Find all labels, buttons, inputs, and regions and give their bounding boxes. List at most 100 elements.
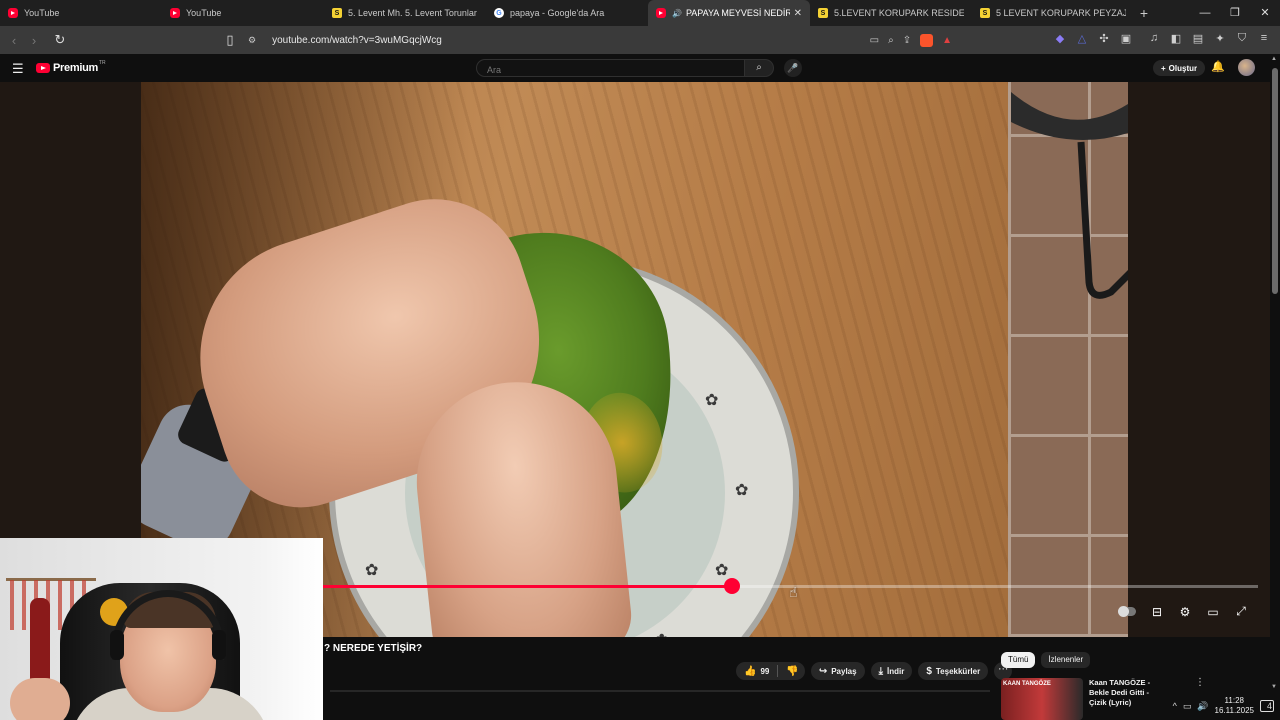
shield-icon[interactable]: ⛉ [1236, 32, 1248, 45]
notifications-bell-icon[interactable]: 🔔 [1211, 60, 1225, 73]
reload-icon[interactable]: ↻ [50, 32, 70, 48]
description-divider [330, 690, 990, 692]
tab-label: YouTube [186, 8, 222, 18]
menu-icon[interactable]: ≡ [1258, 32, 1270, 45]
tray-chevron-icon[interactable]: ^ [1173, 701, 1177, 711]
thanks-icon: $ [926, 665, 932, 677]
tab-label: 5. Levent Mh. 5. Levent Torunlar Site [348, 8, 478, 18]
youtube-icon [656, 8, 666, 18]
microphone-icon[interactable]: 🎤 [784, 59, 802, 77]
download-label: İndir [886, 666, 905, 676]
webcam-person-hand [10, 678, 70, 720]
close-window-icon[interactable]: ✕ [1250, 0, 1280, 26]
address-bar[interactable]: ⚙ youtube.com/watch?v=3wuMGqcjWcg ▭ ⌕ ⇪ … [222, 30, 962, 50]
url-text[interactable]: youtube.com/watch?v=3wuMGqcjWcg [272, 35, 442, 46]
create-button[interactable]: + Oluştur [1153, 60, 1206, 76]
recommendation-item[interactable]: KAAN TANGÖZE Kaan TANGÖZE - Bekle Dedi G… [1001, 678, 1159, 720]
chair-silhouette [1011, 92, 1128, 299]
scroll-up-icon[interactable]: ▲ [1271, 56, 1277, 62]
close-tab-icon[interactable]: ✕ [794, 8, 802, 19]
share-icon[interactable]: ⇪ [903, 35, 911, 46]
recommendation-title[interactable]: Kaan TANGÖZE - Bekle Dedi Gitti - Çizik … [1089, 678, 1159, 720]
plus-icon: + [1161, 63, 1166, 73]
volume-icon[interactable]: 🔊 [1197, 701, 1208, 712]
webcam-headset-ear [212, 630, 226, 660]
network-icon[interactable]: ▭ [1183, 701, 1192, 712]
brave-rewards-icon[interactable]: ▲ [942, 35, 952, 46]
subtitles-icon[interactable]: ⊟ [1150, 605, 1164, 619]
share-button[interactable]: ↪ Paylaş [810, 662, 865, 680]
webcam-overlay [0, 538, 323, 720]
youtube-play-icon [36, 63, 50, 73]
browser-tab[interactable]: G papaya - Google'da Ara [486, 0, 648, 26]
restore-icon[interactable]: ❐ [1220, 0, 1250, 26]
browser-tab-active[interactable]: 🔊 PAPAYA MEYVESİ NEDİR? NA ✕ [648, 0, 810, 26]
browser-tab[interactable]: S 5. Levent Mh. 5. Levent Torunlar Site [324, 0, 486, 26]
sidebar-icon[interactable]: ◧ [1170, 32, 1182, 45]
forward-icon[interactable]: › [24, 33, 44, 48]
youtube-logo[interactable]: Premium TR [36, 60, 106, 74]
plate-flower: ✿ [735, 482, 749, 499]
webcam-headset-ear [110, 630, 124, 660]
cast-icon[interactable]: ▭ [870, 35, 879, 46]
search-box[interactable] [476, 59, 746, 78]
extension-icons: ◆ △ ✣ ▣ ♫ ◧ ▤ ✦ ⛉ ≡ [1054, 32, 1270, 45]
browser-tab[interactable]: YouTube [162, 0, 324, 26]
s-icon: S [818, 8, 828, 18]
scroll-down-icon[interactable]: ▼ [1271, 684, 1277, 690]
speaker-icon[interactable]: 🔊 [672, 9, 682, 18]
tab-label: PAPAYA MEYVESİ NEDİR? NA [685, 8, 790, 18]
plate-flower: ✿ [715, 562, 729, 579]
browser-tab[interactable]: YouTube [0, 0, 162, 26]
fullscreen-icon[interactable]: ⤢ [1234, 604, 1248, 619]
wallet-icon[interactable]: ▤ [1192, 32, 1204, 45]
browser-tab[interactable]: S 5.LEVENT KORUPARK RESIDENCEDE [810, 0, 972, 26]
clock-date: 16.11.2025 [1214, 706, 1254, 715]
like-count[interactable]: 99 [760, 667, 769, 676]
thumbs-down-icon[interactable]: 👎 [786, 666, 798, 677]
brave-shield-icon[interactable] [920, 33, 934, 47]
new-tab-button[interactable]: + [1134, 5, 1154, 21]
download-button[interactable]: ⤓ İndir [870, 662, 913, 680]
page-scrollbar[interactable]: ▲ ▼ [1270, 54, 1280, 692]
theater-mode-icon[interactable]: ▭ [1206, 605, 1220, 619]
autoplay-toggle[interactable] [1118, 606, 1136, 617]
hamburger-menu-icon[interactable]: ☰ [12, 61, 24, 77]
notification-center-icon[interactable]: 4 [1260, 700, 1274, 712]
divider [777, 665, 779, 677]
s-icon: S [332, 8, 342, 18]
recommendation-thumbnail[interactable]: KAAN TANGÖZE [1001, 678, 1083, 720]
tab-label: papaya - Google'da Ara [510, 8, 605, 18]
settings-gear-icon[interactable]: ⚙ [1178, 605, 1192, 619]
scroll-thumb[interactable] [1272, 68, 1278, 294]
leo-ai-icon[interactable]: ◆ [1054, 32, 1066, 45]
zoom-icon[interactable]: ⌕ [888, 35, 894, 46]
minimize-icon[interactable]: — [1190, 0, 1220, 26]
vpn-icon[interactable]: △ [1076, 32, 1088, 45]
site-info-icon[interactable]: ⚙ [248, 35, 256, 46]
like-dislike-group: 👍 99 👎 [736, 662, 805, 680]
thanks-button[interactable]: $ Teşekkürler [918, 662, 989, 680]
tab-label: 5.LEVENT KORUPARK RESIDENCEDE [834, 8, 964, 18]
plate-flower: ✿ [705, 392, 719, 409]
tab-label: 5 LEVENT KORUPARK PEYZAJ MANZ [996, 8, 1126, 18]
system-clock[interactable]: 11:28 16.11.2025 [1215, 696, 1254, 716]
chip-watched[interactable]: İzlenenler [1041, 652, 1091, 668]
search-input[interactable] [477, 62, 745, 78]
search-button[interactable]: ⌕ [744, 59, 774, 77]
screenshot-icon[interactable]: ▣ [1120, 32, 1132, 45]
avatar[interactable] [1238, 59, 1255, 76]
more-options-icon[interactable]: ⋮ [1195, 677, 1205, 688]
chip-all[interactable]: Tümü [1001, 652, 1036, 668]
media-icon[interactable]: ♫ [1148, 32, 1160, 45]
browser-tab[interactable]: S 5 LEVENT KORUPARK PEYZAJ MANZ [972, 0, 1134, 26]
video-title: ? NEREDE YETİŞİR? [324, 643, 423, 654]
thumbs-up-icon[interactable]: 👍 [744, 666, 756, 677]
back-icon[interactable]: ‹ [4, 33, 24, 48]
window-controls: — ❐ ✕ [1190, 0, 1280, 26]
ai-icon[interactable]: ✦ [1214, 32, 1226, 45]
google-icon: G [494, 8, 504, 18]
extensions-icon[interactable]: ✣ [1098, 32, 1110, 45]
player-right-controls: ⊟ ⚙ ▭ ⤢ [1118, 604, 1248, 619]
youtube-masthead: ☰ Premium TR ⌕ 🎤 + Oluştur 🔔 [0, 54, 1280, 82]
